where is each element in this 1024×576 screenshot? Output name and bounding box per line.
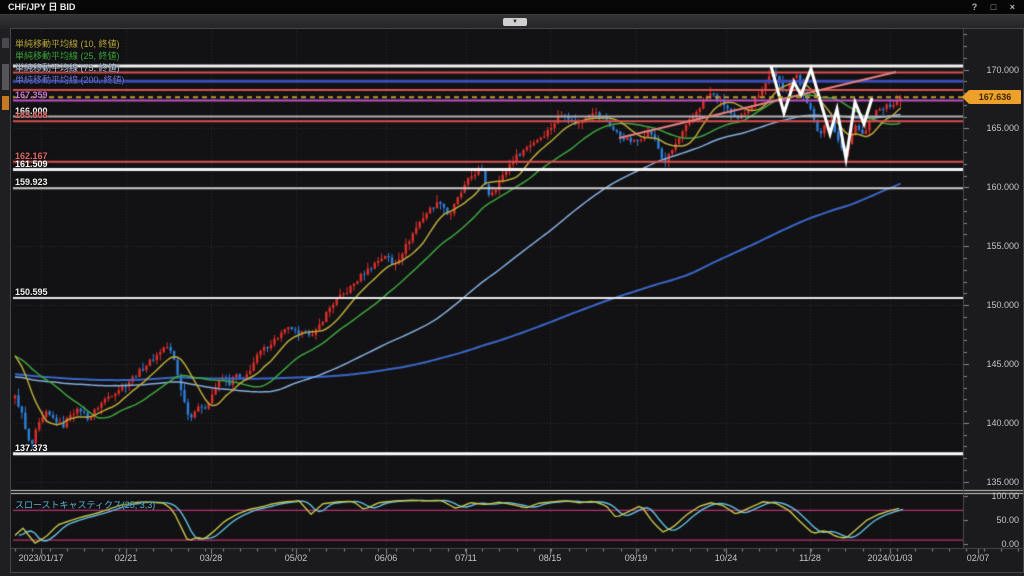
help-button[interactable]: ? [972, 0, 979, 14]
left-edge-tab[interactable] [2, 38, 9, 48]
y-axis-label: 160.000 [967, 182, 1019, 192]
toolbar-collapse-button[interactable]: ▼ [503, 18, 527, 26]
x-axis-label: 09/19 [596, 553, 676, 563]
price-line-label: 137.373 [15, 443, 48, 453]
x-axis-label: 07/11 [426, 553, 506, 563]
sma-legend: 単純移動平均線 (10, 終値) 単純移動平均線 (25, 終値) 単純移動平均… [15, 38, 125, 86]
title-bar: CHF/JPY 日 BID ? □ × [0, 0, 1024, 14]
stoch-axis-label: 100.00 [967, 491, 1019, 501]
x-axis-label: 06/06 [346, 553, 426, 563]
price-line-label: 167.359 [15, 90, 48, 100]
current-price-badge: 167.636 [969, 90, 1021, 104]
left-edge-tab[interactable] [2, 64, 9, 90]
y-axis-label: 135.000 [967, 477, 1019, 487]
stochastic-legend: スローストキャスティクス(25, 3,3) [15, 498, 155, 511]
chart-frame: 単純移動平均線 (10, 終値) 単純移動平均線 (25, 終値) 単純移動平均… [10, 28, 1024, 573]
price-line-label: 161.509 [15, 159, 48, 169]
y-axis-label: 145.000 [967, 359, 1019, 369]
y-axis-label: 155.000 [967, 241, 1019, 251]
current-price-arrow [962, 90, 969, 104]
price-line-label: 159.923 [15, 177, 48, 187]
x-axis-label: 03/28 [171, 553, 251, 563]
x-axis-label: 2023/01/17 [1, 553, 81, 563]
y-axis-label: 140.000 [967, 418, 1019, 428]
stoch-axis-label: 0.00 [967, 539, 1019, 549]
y-axis-label: 150.000 [967, 300, 1019, 310]
window-controls: ? □ × [963, 0, 1016, 14]
y-axis-label: 170.000 [967, 65, 1019, 75]
x-axis-label: 10/24 [686, 553, 766, 563]
price-line-label: 165.608 [15, 110, 48, 120]
price-line-label: 150.595 [15, 287, 48, 297]
x-axis-label: 2024/01/03 [850, 553, 930, 563]
x-axis-label: 02/07 [938, 553, 1018, 563]
x-axis-label: 11/28 [770, 553, 850, 563]
maximize-button[interactable]: □ [991, 0, 997, 14]
y-axis-label: 165.000 [967, 123, 1019, 133]
price-chart-canvas[interactable] [11, 29, 1023, 572]
x-axis-label: 08/15 [510, 553, 590, 563]
x-axis-label: 02/21 [86, 553, 166, 563]
sma-legend-item-200: 単純移動平均線 (200, 終値) [15, 74, 125, 86]
stoch-axis-label: 50.00 [967, 515, 1019, 525]
left-edge-tab[interactable] [2, 96, 9, 110]
x-axis-label: 05/02 [256, 553, 336, 563]
sma-legend-item-10: 単純移動平均線 (10, 終値) [15, 38, 125, 50]
sma-legend-item-25: 単純移動平均線 (25, 終値) [15, 50, 125, 62]
window-title: CHF/JPY 日 BID [0, 2, 75, 12]
close-button[interactable]: × [1010, 0, 1016, 14]
sma-legend-item-75: 単純移動平均線 (75, 終値) [15, 62, 125, 74]
collapsed-toolbar: ▼ [0, 14, 1024, 29]
